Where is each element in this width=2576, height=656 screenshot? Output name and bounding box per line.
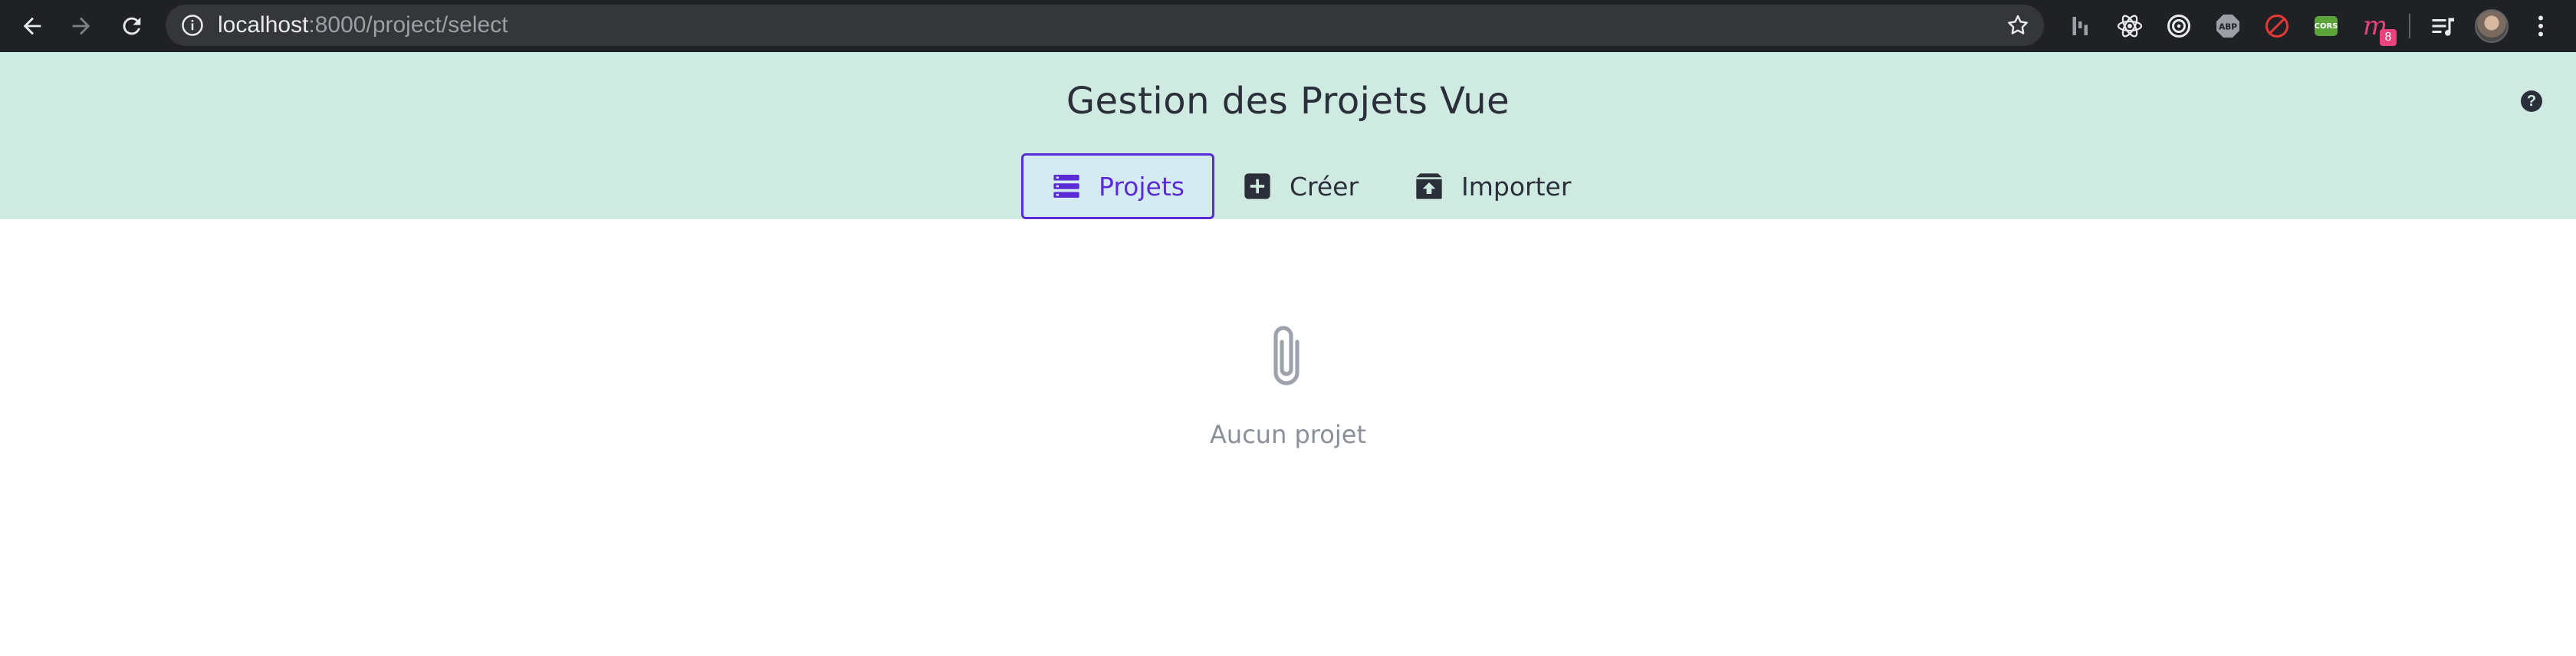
tab-importer[interactable]: Importer: [1386, 153, 1598, 219]
arrow-right-icon: [72, 17, 90, 35]
cors-extension-icon[interactable]: CORS: [2311, 11, 2341, 41]
target-extension-icon[interactable]: [2164, 11, 2194, 41]
adblock-plus-icon[interactable]: ABP: [2213, 11, 2243, 41]
bar-chart-extension-icon[interactable]: [2065, 11, 2096, 41]
list-icon: [1051, 171, 1082, 202]
address-bar[interactable]: localhost:8000/project/select: [166, 5, 2044, 46]
reload-icon: [123, 17, 141, 35]
tab-bar: Projets Créer Importer: [1021, 153, 1598, 219]
paperclip-icon: [1263, 320, 1313, 394]
cors-badge: CORS: [2315, 16, 2338, 36]
url-path: :8000/project/select: [308, 12, 508, 38]
svg-text:ABP: ABP: [2219, 23, 2237, 32]
url-host: localhost: [218, 12, 309, 38]
page-title: Gestion des Projets Vue: [1066, 80, 1510, 123]
media-queue-icon[interactable]: [2427, 11, 2458, 41]
kebab-menu-icon[interactable]: [2525, 11, 2556, 41]
info-icon[interactable]: [181, 14, 204, 37]
forward-button[interactable]: [63, 8, 100, 44]
main-content: Aucun projet: [0, 219, 2576, 656]
upload-box-icon: [1414, 171, 1444, 202]
empty-state: Aucun projet: [0, 320, 2576, 449]
plus-square-icon: [1242, 171, 1273, 202]
react-devtools-icon[interactable]: [2114, 11, 2145, 41]
extension-badge-count: 8: [2380, 29, 2397, 46]
toolbar-divider: [2409, 14, 2410, 38]
block-extension-icon[interactable]: [2262, 11, 2292, 41]
tab-projets[interactable]: Projets: [1021, 153, 1214, 219]
back-button[interactable]: [14, 8, 51, 44]
tab-label: Projets: [1099, 171, 1184, 202]
url-text: localhost:8000/project/select: [218, 12, 508, 38]
tab-label: Importer: [1461, 171, 1572, 202]
empty-state-text: Aucun projet: [1210, 420, 1366, 449]
app-header: Gestion des Projets Vue ? Projets Créer …: [0, 52, 2576, 219]
profile-avatar[interactable]: [2475, 9, 2509, 43]
bookmark-star-icon[interactable]: [2006, 13, 2030, 38]
m-extension-icon[interactable]: m 8: [2360, 11, 2397, 46]
help-button[interactable]: ?: [2521, 90, 2542, 112]
reload-button[interactable]: [113, 8, 150, 44]
tab-creer[interactable]: Créer: [1214, 153, 1386, 219]
arrow-left-icon: [23, 17, 41, 35]
tab-label: Créer: [1289, 171, 1359, 202]
browser-toolbar: localhost:8000/project/select ABP CORS m…: [0, 0, 2576, 52]
